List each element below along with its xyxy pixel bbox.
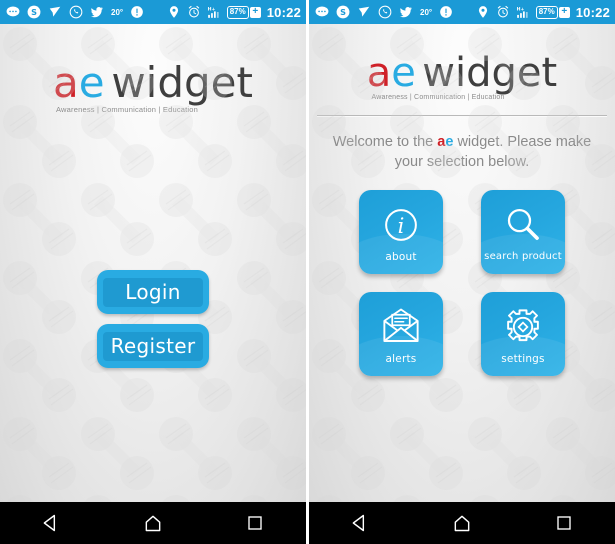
login-screen-body: a e widget Awareness | Communication | Edu… bbox=[0, 24, 306, 502]
login-button[interactable]: Login bbox=[97, 270, 209, 314]
welcome-prefix: Welcome to the bbox=[332, 134, 438, 150]
recents-square-icon bbox=[557, 516, 571, 530]
header-divider bbox=[317, 115, 607, 116]
clock-time-right: 10:22 bbox=[575, 4, 610, 20]
status-bar-right: S 20° H+ 87% + 10:22 bbox=[309, 0, 615, 24]
login-button-label: Login bbox=[125, 280, 181, 304]
svg-text:S: S bbox=[31, 7, 37, 17]
brand-tagline: Awareness | Communication | Education bbox=[55, 105, 199, 114]
clock-time-left: 10:22 bbox=[266, 4, 301, 20]
brand-letter-e: e bbox=[78, 58, 105, 107]
cloud-alert-icon bbox=[130, 5, 144, 19]
phone-screen-login: S 20° H+ 87% + 10:22 a e widget Awarenes… bbox=[0, 0, 306, 544]
brand-letter-e: e bbox=[391, 50, 416, 96]
brand-logo-text: a e widget bbox=[53, 58, 253, 107]
nav-home-button[interactable] bbox=[133, 509, 173, 537]
brand-logo-right: a e widget Awareness | Communication | Edu… bbox=[309, 50, 615, 101]
alarm-clock-icon bbox=[187, 5, 201, 19]
recents-square-icon bbox=[248, 516, 262, 530]
register-button[interactable]: Register bbox=[97, 324, 209, 368]
twitter-icon bbox=[90, 5, 104, 19]
info-circle-icon: i bbox=[380, 204, 422, 246]
status-bar-right-icons: H+ 87% + 10:22 bbox=[167, 5, 301, 20]
status-bar-left: S 20° H+ 87% + 10:22 bbox=[0, 0, 306, 24]
tile-search-product-label: search product bbox=[484, 251, 562, 262]
battery-charging-icon: + bbox=[249, 6, 261, 18]
welcome-message: Welcome to the ae widget. Please make yo… bbox=[325, 132, 599, 172]
brand-letter-a: a bbox=[366, 50, 392, 96]
home-icon bbox=[454, 515, 470, 532]
battery-percent: 87% bbox=[538, 7, 555, 16]
home-icon bbox=[145, 515, 161, 532]
nav-home-button[interactable] bbox=[442, 509, 482, 537]
brand-logo-text: a e widget bbox=[367, 50, 557, 96]
brand-logo-left: a e widget Awareness | Communication | Edu… bbox=[0, 58, 306, 114]
paper-plane-icon bbox=[48, 5, 62, 19]
nav-recents-button[interactable] bbox=[235, 509, 275, 537]
battery-indicator: 87% + bbox=[226, 5, 261, 19]
skype-icon: S bbox=[27, 5, 41, 19]
svg-text:S: S bbox=[340, 7, 346, 17]
register-button-label: Register bbox=[110, 334, 196, 358]
whatsapp-icon bbox=[378, 5, 392, 19]
battery-body: 87% bbox=[226, 5, 249, 19]
skype-icon: S bbox=[336, 5, 350, 19]
signal-hspa-icon: H+ bbox=[207, 5, 221, 19]
nav-recents-button[interactable] bbox=[544, 509, 584, 537]
nav-back-button[interactable] bbox=[340, 509, 380, 537]
nav-back-button[interactable] bbox=[31, 509, 71, 537]
tile-settings-label: settings bbox=[501, 352, 545, 365]
paper-plane-icon bbox=[357, 5, 371, 19]
svg-text:H+: H+ bbox=[516, 6, 524, 12]
messages-icon bbox=[6, 5, 20, 19]
menu-tile-grid: i about search product alerts settings bbox=[309, 190, 615, 376]
tile-alerts[interactable]: alerts bbox=[359, 292, 443, 376]
battery-percent: 87% bbox=[229, 7, 246, 16]
auth-button-group: Login Register bbox=[0, 270, 306, 368]
phone-screen-menu: S 20° H+ 87% + 10:22 a e widget Awarenes… bbox=[309, 0, 615, 544]
tile-about[interactable]: i about bbox=[359, 190, 443, 274]
android-nav-bar-left bbox=[0, 502, 306, 544]
whatsapp-icon bbox=[69, 5, 83, 19]
battery-charging-icon: + bbox=[558, 6, 570, 18]
location-pin-icon bbox=[167, 5, 181, 19]
status-bar-right-left-icons: S 20° bbox=[315, 5, 476, 19]
back-triangle-icon bbox=[43, 514, 56, 532]
messages-icon bbox=[315, 5, 329, 19]
svg-text:H+: H+ bbox=[207, 6, 215, 12]
tile-settings[interactable]: settings bbox=[481, 292, 565, 376]
magnifier-icon bbox=[502, 204, 544, 246]
cloud-alert-icon bbox=[439, 5, 453, 19]
brand-letter-a: a bbox=[53, 58, 79, 107]
status-bar-right-right-icons: H+ 87% + 10:22 bbox=[476, 5, 610, 20]
tile-about-label: about bbox=[385, 250, 417, 263]
location-pin-icon bbox=[476, 5, 490, 19]
svg-text:i: i bbox=[398, 213, 405, 237]
battery-body: 87% bbox=[535, 5, 558, 19]
temperature-indicator: 20° bbox=[111, 7, 124, 17]
dual-screenshot-stage: S 20° H+ 87% + 10:22 a e widget Awarenes… bbox=[0, 0, 615, 544]
menu-screen-body: a e widget Awareness | Communication | Edu… bbox=[309, 24, 615, 502]
tile-alerts-label: alerts bbox=[385, 352, 417, 365]
brand-word: widget bbox=[111, 58, 253, 107]
open-envelope-icon bbox=[380, 306, 422, 348]
status-bar-left-icons: S 20° bbox=[6, 5, 167, 19]
back-triangle-icon bbox=[352, 514, 365, 532]
brand-tagline: Awareness | Communication | Education bbox=[371, 94, 505, 101]
brand-word: widget bbox=[422, 50, 558, 96]
alarm-clock-icon bbox=[496, 5, 510, 19]
android-nav-bar-right bbox=[309, 502, 615, 544]
gear-icon bbox=[502, 306, 544, 348]
tile-search-product[interactable]: search product bbox=[481, 190, 565, 274]
temperature-indicator: 20° bbox=[420, 7, 433, 17]
twitter-icon bbox=[399, 5, 413, 19]
battery-indicator: 87% + bbox=[535, 5, 570, 19]
signal-hspa-icon: H+ bbox=[516, 5, 530, 19]
